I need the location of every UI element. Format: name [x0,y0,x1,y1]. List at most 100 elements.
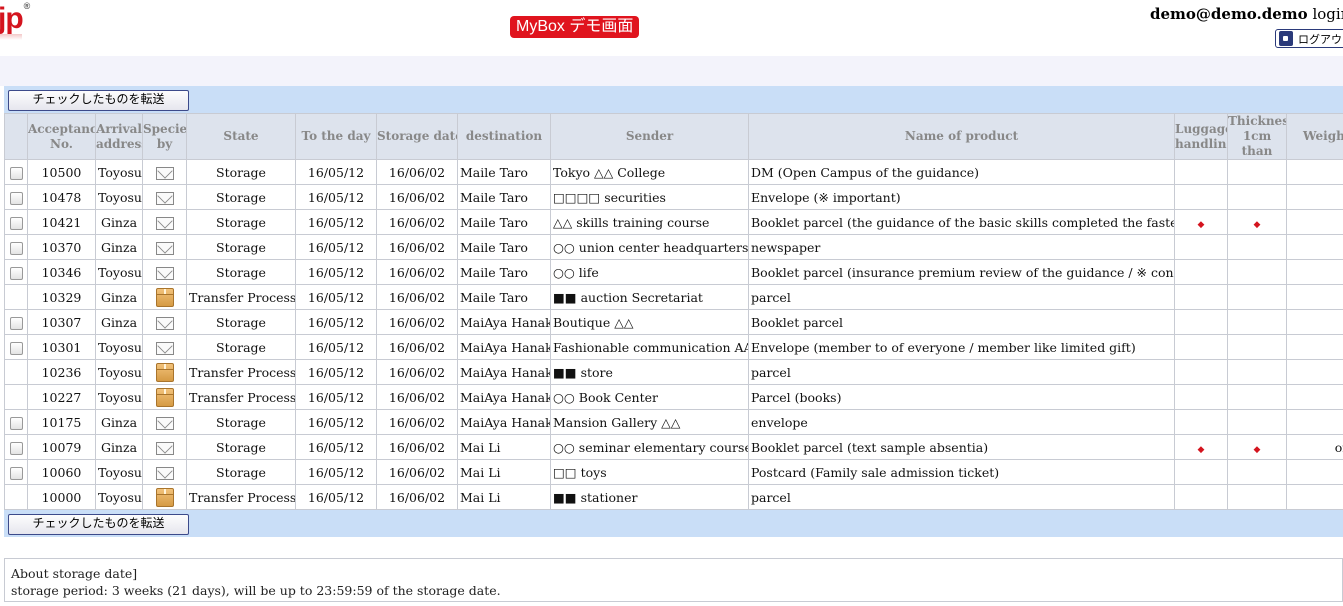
table-row[interactable]: 10060 Toyosu Storage 16/05/12 16/06/02 Mai Li… [4,459,1343,485]
col-header-arrival-address[interactable]: Arrival address [95,113,143,160]
storage-date: 16/06/02 [376,184,458,210]
envelope-icon [155,266,174,280]
arrival-address: Toyosu [95,384,143,410]
row-checkbox[interactable] [9,216,23,230]
col-header-storage-date[interactable]: Storage date [376,113,458,160]
col-header-thickness[interactable]: Thickness 1cm than [1227,113,1287,160]
to-the-day: 16/05/12 [295,334,377,360]
col-header-state[interactable]: State [186,113,296,160]
table-row[interactable]: 10421 Ginza Storage 16/05/12 16/06/02 Maile T… [4,209,1343,235]
species-icon [142,159,187,185]
acceptance-no: 10307 [27,309,96,335]
weight: Twe [1286,409,1343,435]
arrival-address: Toyosu [95,159,143,185]
state: Storage [186,259,296,285]
table-row[interactable]: 10307 Ginza Storage 16/05/12 16/06/02 MaiAya … [4,309,1343,335]
col-header-sender[interactable]: Sender [550,113,749,160]
col-header-product[interactable]: Name of product [748,113,1175,160]
row-checkbox[interactable] [9,191,23,205]
product-name: Booklet parcel [748,309,1175,335]
row-checkbox[interactable] [9,166,23,180]
table-row[interactable]: 10329Ginza Transfer Processing16/05/1216/… [4,284,1343,310]
row-checkbox-cell [4,434,28,460]
storage-date: 16/06/02 [376,409,458,435]
row-checkbox[interactable] [9,241,23,255]
login-status-text: login in c [1312,5,1343,23]
destination: MaiAya Hanako [457,334,551,360]
thickness [1227,359,1287,385]
product-name: parcel [748,359,1175,385]
table-row[interactable]: 10000Toyosu Transfer Processing16/05/1216… [4,484,1343,510]
product-name: parcel [748,284,1175,310]
lock-icon [1279,31,1293,46]
row-checkbox-cell [4,459,28,485]
table-row[interactable]: 10346 Toyosu Storage 16/05/12 16/06/02 Maile … [4,259,1343,285]
table-row[interactable]: 10175 Ginza Storage 16/05/12 16/06/02 MaiAya … [4,409,1343,435]
row-checkbox-cell [4,409,28,435]
storage-date: 16/06/02 [376,209,458,235]
storage-info-title: About storage date] [11,566,138,581]
row-checkbox[interactable] [9,466,23,480]
state: Storage [186,184,296,210]
thickness [1227,384,1287,410]
acceptance-no: 10301 [27,334,96,360]
table-row[interactable]: 10079 Ginza Storage 16/05/12 16/06/02 Mai Li ○… [4,434,1343,460]
envelope-icon [155,416,174,430]
weight: Hund [1286,309,1343,335]
arrival-address: Ginza [95,209,143,235]
table-row[interactable]: 10227Toyosu Transfer Processing16/05/1216… [4,384,1343,410]
luggage-handling [1174,409,1228,435]
transfer-checked-button-top[interactable]: チェックしたものを転送 [8,90,189,111]
state: Storage [186,234,296,260]
to-the-day: 16/05/12 [295,259,377,285]
arrival-address: Toyosu [95,484,143,510]
brand-logo[interactable]: jp® [0,1,30,36]
arrival-address: Toyosu [95,459,143,485]
species-icon [142,284,187,310]
col-header-destination[interactable]: destination [457,113,551,160]
to-the-day: 16/05/12 [295,234,377,260]
weight: 1 [1286,359,1343,385]
row-checkbox[interactable] [9,266,23,280]
table-row[interactable]: 10370 Ginza Storage 16/05/12 16/06/02 Maile T… [4,234,1343,260]
to-the-day: 16/05/12 [295,359,377,385]
luggage-handling [1174,459,1228,485]
col-header-luggage-handling[interactable]: Luggage handling [1174,113,1228,160]
luggage-handling: ◆ [1174,434,1228,460]
weight: Th [1286,184,1343,210]
acceptance-no: 10478 [27,184,96,210]
mybox-demo-badge: MyBox デモ画面 [510,16,640,38]
envelope-icon [155,316,174,330]
col-header-weight[interactable]: Weight (g) [1286,113,1343,160]
row-checkbox[interactable] [9,316,23,330]
sender: □□□□ securities [550,184,749,210]
row-checkbox[interactable] [9,416,23,430]
to-the-day: 16/05/12 [295,184,377,210]
to-the-day: 16/05/12 [295,284,377,310]
col-header-acceptance-no[interactable]: Acceptance No. [27,113,96,160]
row-checkbox[interactable] [9,341,23,355]
thickness: ◆ [1227,434,1287,460]
storage-date: 16/06/02 [376,309,458,335]
table-row[interactable]: 10301 Toyosu Storage 16/05/12 16/06/02 MaiAya… [4,334,1343,360]
col-header-to-the-day[interactable]: To the day [295,113,377,160]
row-checkbox[interactable] [9,441,23,455]
table-row[interactable]: 10500 Toyosu Storage 16/05/12 16/06/02 Maile … [4,159,1343,185]
table-row[interactable]: 10236Toyosu Transfer Processing16/05/1216… [4,359,1343,385]
transfer-checked-button-bottom[interactable]: チェックしたものを転送 [8,514,189,535]
to-the-day: 16/05/12 [295,484,377,510]
acceptance-no: 10060 [27,459,96,485]
destination: Maile Taro [457,209,551,235]
thickness [1227,259,1287,285]
destination: MaiAya Hanako [457,309,551,335]
luggage-handling [1174,384,1228,410]
state: Storage [186,159,296,185]
col-header-species-by[interactable]: Species by [142,113,187,160]
table-row[interactable]: 10478 Toyosu Storage 16/05/12 16/06/02 Maile … [4,184,1343,210]
destination: Maile Taro [457,259,551,285]
luggage-handling [1174,184,1228,210]
thickness [1227,234,1287,260]
logout-button[interactable]: ログアウト [1275,29,1343,48]
weight: 1 [1286,284,1343,310]
acceptance-no: 10175 [27,409,96,435]
